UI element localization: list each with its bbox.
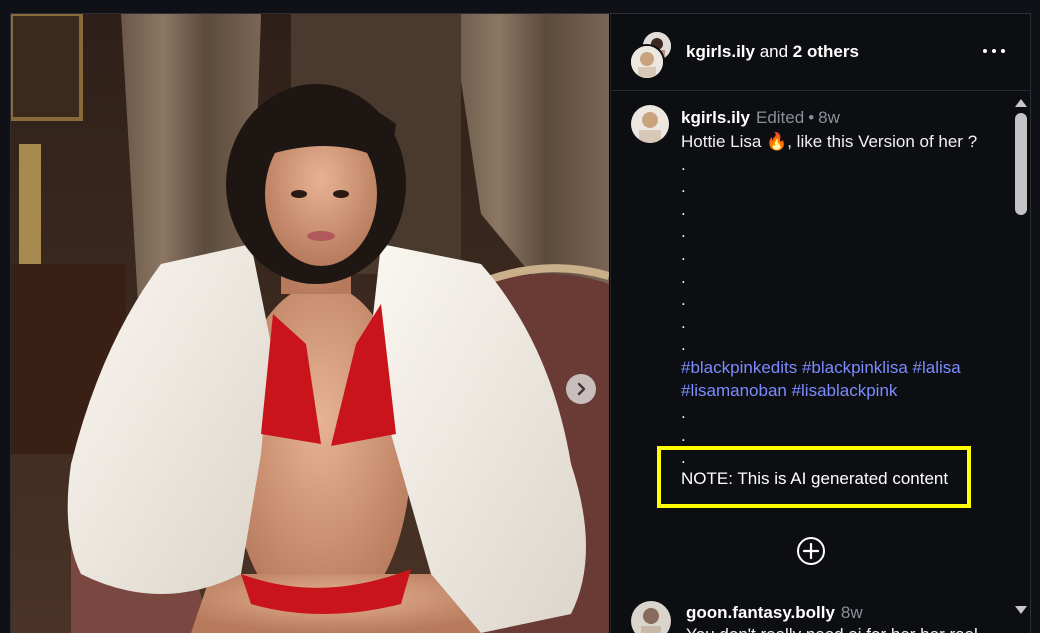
post-header: kgirls.ily and 2 others	[611, 14, 1030, 91]
scrollbar[interactable]	[1011, 91, 1030, 633]
caption-dot: .	[681, 222, 686, 242]
caption-dot: .	[681, 335, 686, 355]
hashtags-line-1[interactable]: #blackpinkedits #blackpinklisa #lalisa	[681, 357, 1001, 380]
caption-text: Hottie Lisa 🔥, like this Version of her …	[681, 131, 1001, 470]
separator-dot: •	[808, 108, 815, 127]
caption-dot: .	[681, 267, 686, 287]
header-title[interactable]: kgirls.ily and 2 others	[686, 42, 859, 62]
plus-circle-icon	[797, 537, 825, 565]
avatar[interactable]	[631, 601, 671, 633]
caption-header: kgirls.ily Edited • 8w	[681, 108, 840, 128]
ai-note: NOTE: This is AI generated content	[681, 469, 949, 488]
header-and-text: and	[754, 42, 793, 61]
caption-time[interactable]: 8w	[818, 108, 840, 127]
fire-emoji: 🔥	[766, 132, 788, 151]
post-image[interactable]	[11, 14, 609, 633]
load-more-comments-button[interactable]	[796, 536, 826, 566]
comment-time[interactable]: 8w	[841, 603, 863, 622]
caption-dot: .	[681, 403, 686, 423]
post-side-panel: kgirls.ily and 2 others kgirls.ily Edited…	[610, 14, 1030, 633]
caption-line-a: Hottie Lisa	[681, 132, 767, 151]
comment-header: goon.fantasy.bolly 8w	[686, 603, 863, 623]
next-image-button[interactable]	[566, 374, 596, 404]
avatar	[629, 44, 665, 80]
scroll-up-arrow[interactable]	[1015, 99, 1027, 107]
caption-dot: .	[681, 290, 686, 310]
header-others[interactable]: 2 others	[793, 42, 859, 61]
more-horizontal-icon[interactable]	[983, 41, 1005, 61]
caption-dot: .	[681, 312, 686, 332]
avatar[interactable]	[631, 105, 669, 143]
scrollbar-thumb[interactable]	[1015, 113, 1027, 215]
hashtags-line-2[interactable]: #lisamanoban #lisablackpink	[681, 380, 1001, 403]
photo-illustration	[11, 14, 609, 633]
caption-dot: .	[681, 177, 686, 197]
post-modal: kgirls.ily and 2 others kgirls.ily Edited…	[10, 13, 1031, 633]
caption-line-b: , like this Version of her ?	[787, 132, 978, 151]
header-username[interactable]: kgirls.ily	[686, 42, 755, 61]
caption-dot: .	[681, 199, 686, 219]
caption-username[interactable]: kgirls.ily	[681, 108, 750, 127]
scroll-down-arrow[interactable]	[1015, 606, 1027, 614]
edited-label: Edited	[755, 108, 805, 127]
caption-dot: .	[681, 154, 686, 174]
caption-dot: .	[681, 425, 686, 445]
comments-scroll-area[interactable]: kgirls.ily Edited • 8w Hottie Lisa 🔥, like …	[611, 91, 1011, 633]
comment-username[interactable]: goon.fantasy.bolly	[686, 603, 835, 622]
collab-avatars[interactable]	[629, 30, 673, 80]
chevron-right-icon	[577, 382, 586, 396]
caption-dot: .	[681, 244, 686, 264]
